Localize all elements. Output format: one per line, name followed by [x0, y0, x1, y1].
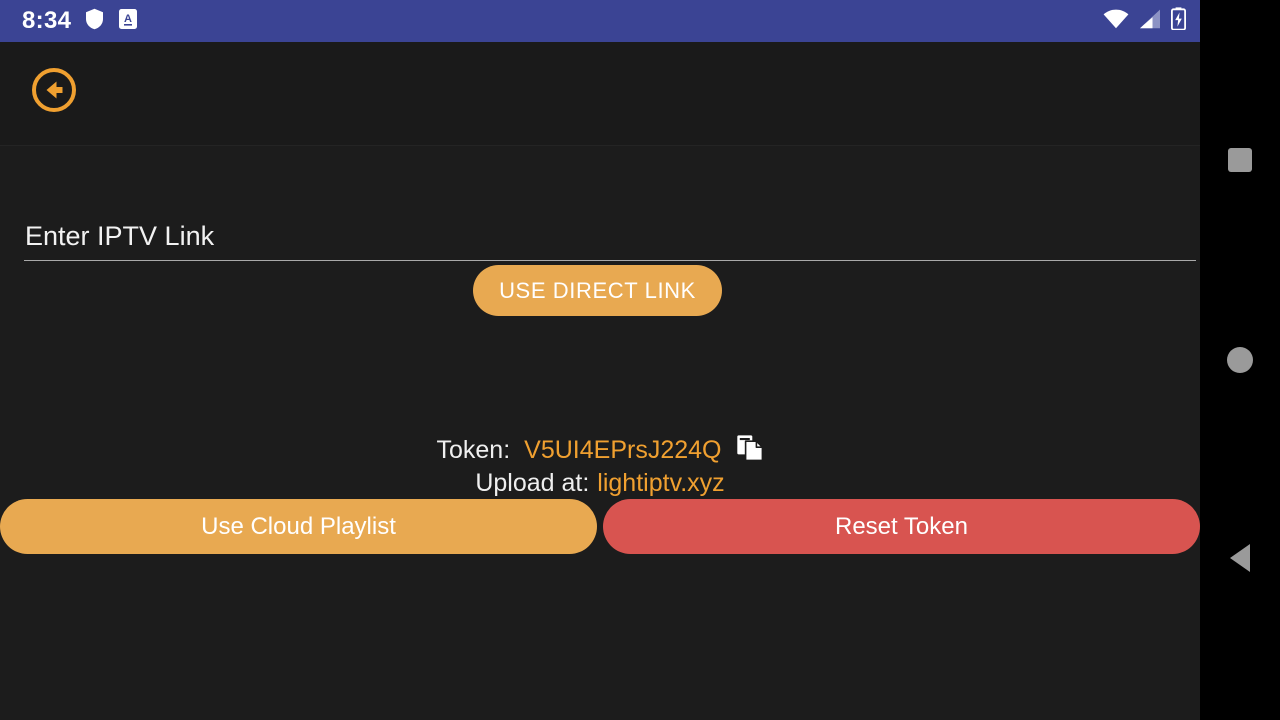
status-bar-clock: 8:34 — [22, 7, 72, 34]
cellular-signal-icon — [1139, 9, 1161, 34]
circle-home-icon[interactable] — [1200, 330, 1280, 390]
upload-row: Upload at: lightiptv.xyz — [0, 468, 1200, 498]
back-triangle-glyph — [1230, 544, 1250, 572]
content-area: USE DIRECT LINK Token: V5UI4EPrsJ224Q Up… — [0, 147, 1200, 720]
back-arrow-circle-icon[interactable] — [31, 67, 77, 113]
square-recents-icon[interactable] — [1200, 130, 1280, 190]
android-nav-bar — [1200, 0, 1280, 720]
token-label: Token: — [436, 436, 511, 464]
triangle-back-icon[interactable] — [1200, 528, 1280, 588]
svg-text:A: A — [124, 13, 132, 25]
wifi-icon — [1103, 9, 1129, 34]
upload-label: Upload at: — [475, 469, 590, 497]
recents-square-glyph — [1228, 148, 1252, 172]
reset-token-button[interactable]: Reset Token — [603, 499, 1200, 554]
use-cloud-playlist-button[interactable]: Use Cloud Playlist — [0, 499, 597, 554]
status-bar: 8:34 A — [0, 0, 1200, 42]
app-bar — [0, 42, 1200, 146]
token-row: Token: V5UI4EPrsJ224Q — [0, 432, 1200, 468]
copy-icon[interactable] — [736, 433, 764, 468]
action-buttons: Use Cloud Playlist Reset Token — [0, 499, 1200, 554]
token-value: V5UI4EPrsJ224Q — [524, 436, 722, 464]
iptv-link-input[interactable] — [24, 219, 1196, 261]
status-bar-right — [1103, 7, 1186, 35]
screen: 8:34 A Enter IPTV Link USE DIRECT LINK T… — [0, 0, 1280, 720]
status-bar-left: 8:34 A — [22, 8, 138, 35]
letter-a-badge-icon: A — [118, 8, 138, 35]
battery-charging-icon — [1170, 7, 1186, 35]
home-circle-glyph — [1227, 347, 1253, 373]
iptv-link-field — [24, 219, 1196, 261]
upload-link[interactable]: lightiptv.xyz — [597, 468, 724, 498]
phone-viewport: 8:34 A Enter IPTV Link USE DIRECT LINK T… — [0, 0, 1200, 720]
shield-icon — [85, 8, 104, 35]
use-direct-link-button[interactable]: USE DIRECT LINK — [473, 265, 722, 316]
